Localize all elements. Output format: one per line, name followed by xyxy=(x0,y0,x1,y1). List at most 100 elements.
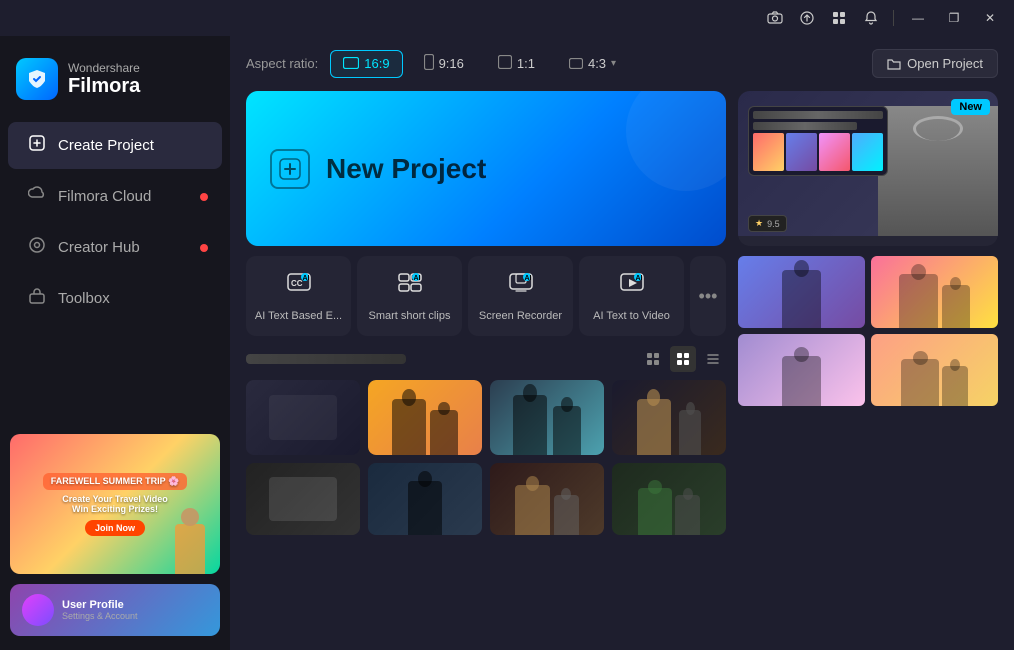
close-button[interactable]: ✕ xyxy=(974,6,1006,30)
thumb-people xyxy=(871,256,998,328)
banner-cta[interactable]: Join Now xyxy=(85,520,145,536)
qa-more-button[interactable]: ••• xyxy=(690,256,726,336)
aspect-label-4-3: 4:3 xyxy=(588,56,606,71)
sidebar-profile-item[interactable]: User Profile Settings & Account xyxy=(10,584,220,636)
open-project-button[interactable]: Open Project xyxy=(872,49,998,78)
banner-subtitle: Create Your Travel VideoWin Exciting Pri… xyxy=(62,494,168,514)
view-btn-grid[interactable] xyxy=(640,346,666,372)
aspect-ratio-bar: Aspect ratio: 16:9 9:16 xyxy=(230,36,1014,91)
aspect-btn-16-9[interactable]: 16:9 xyxy=(330,50,402,78)
smart-clips-icon: AI xyxy=(397,270,423,302)
qa-label: AI Text to Video xyxy=(593,310,670,322)
stock-item-4[interactable] xyxy=(871,334,998,406)
sidebar-item-filmora-cloud[interactable]: Filmora Cloud xyxy=(8,173,222,220)
logo-name: Filmora xyxy=(68,75,140,98)
featured-info: Smart short clips Transform long videos … xyxy=(738,236,998,246)
aspect-label-16-9: 16:9 xyxy=(364,56,389,71)
sidebar-item-creator-hub[interactable]: Creator Hub xyxy=(8,224,222,271)
stock-item-2[interactable] xyxy=(871,256,998,328)
grid-icon[interactable] xyxy=(825,4,853,32)
featured-card[interactable]: New xyxy=(738,91,998,246)
cloud-icon xyxy=(28,185,46,208)
recent-section xyxy=(246,346,726,638)
featured-screen-mockup xyxy=(748,106,888,176)
thumb-people xyxy=(612,463,726,535)
svg-text:AI: AI xyxy=(302,275,309,282)
quick-actions: CC AI AI Text Based E... xyxy=(246,256,726,336)
qa-label: Screen Recorder xyxy=(479,310,562,322)
sidebar-item-label: Create Project xyxy=(58,137,154,154)
featured-rating-badge: ★ 9.5 xyxy=(748,215,787,232)
sidebar-item-label: Creator Hub xyxy=(58,239,140,256)
content-area: New Project CC AI xyxy=(230,91,1014,650)
profile-text: User Profile Settings & Account xyxy=(62,599,138,621)
left-panel: New Project CC AI xyxy=(246,91,726,638)
aspect-btn-1-1[interactable]: 1:1 xyxy=(485,49,548,78)
aspect-btn-9-16[interactable]: 9:16 xyxy=(411,48,477,79)
main-content: Aspect ratio: 16:9 9:16 xyxy=(230,36,1014,650)
camera-icon[interactable] xyxy=(761,4,789,32)
aspect-label-9-16: 9:16 xyxy=(439,56,464,71)
maximize-button[interactable]: ❐ xyxy=(938,6,970,30)
new-project-title: New Project xyxy=(326,153,486,185)
recent-grid-row1 xyxy=(246,380,726,455)
ai-text-to-video-icon: AI xyxy=(619,270,645,302)
aspect-icon-9-16 xyxy=(424,54,434,73)
right-panel: New xyxy=(738,91,998,638)
recent-item-3[interactable] xyxy=(490,380,604,455)
recent-item-8[interactable] xyxy=(612,463,726,535)
toolbox-icon xyxy=(28,287,46,310)
logo-brand: Wondershare xyxy=(68,61,140,75)
recent-grid-row2 xyxy=(246,463,726,535)
banner-title: FAREWELL SUMMER TRIP 🌸 xyxy=(43,473,187,490)
recent-title-bar xyxy=(246,354,406,364)
recent-item-1[interactable] xyxy=(246,380,360,455)
view-controls xyxy=(640,346,726,372)
featured-new-badge: New xyxy=(951,99,990,115)
aspect-icon-16-9 xyxy=(343,56,359,72)
view-btn-large-grid[interactable] xyxy=(670,346,696,372)
titlebar: — ❐ ✕ xyxy=(0,0,1014,36)
new-project-card[interactable]: New Project xyxy=(246,91,726,246)
new-project-icon xyxy=(270,149,310,189)
minimize-button[interactable]: — xyxy=(902,6,934,30)
titlebar-separator xyxy=(893,10,894,26)
svg-text:CC: CC xyxy=(291,279,303,288)
featured-person xyxy=(878,106,998,236)
recent-item-7[interactable] xyxy=(490,463,604,535)
qa-ai-text-based[interactable]: CC AI AI Text Based E... xyxy=(246,256,351,336)
titlebar-controls: — ❐ ✕ xyxy=(761,4,1006,32)
sidebar-item-toolbox[interactable]: Toolbox xyxy=(8,275,222,322)
qa-ai-text-to-video[interactable]: AI AI Text to Video xyxy=(579,256,684,336)
aspect-btn-4-3[interactable]: 4:3 ▾ xyxy=(556,50,629,78)
upload-icon[interactable] xyxy=(793,4,821,32)
qa-screen-recorder[interactable]: AI Screen Recorder xyxy=(468,256,573,336)
recent-item-5[interactable] xyxy=(246,463,360,535)
thumb-people xyxy=(612,380,726,455)
recent-item-6[interactable] xyxy=(368,463,482,535)
recent-item-2[interactable] xyxy=(368,380,482,455)
notification-icon[interactable] xyxy=(857,4,885,32)
stock-item-1[interactable] xyxy=(738,256,865,328)
banner-character xyxy=(160,494,220,574)
sidebar: Wondershare Filmora Create Project Filmo… xyxy=(0,36,230,650)
creator-hub-icon xyxy=(28,236,46,259)
app-body: Wondershare Filmora Create Project Filmo… xyxy=(0,36,1014,650)
qa-label: AI Text Based E... xyxy=(255,310,342,322)
stock-item-3[interactable] xyxy=(738,334,865,406)
thumb-people xyxy=(490,463,604,535)
banner-content: FAREWELL SUMMER TRIP 🌸 Create Your Trave… xyxy=(10,434,220,574)
create-project-icon xyxy=(28,134,46,157)
thumb-people xyxy=(368,463,482,535)
profile-avatar xyxy=(22,594,54,626)
thumb-people xyxy=(368,380,482,455)
sidebar-item-create-project[interactable]: Create Project xyxy=(8,122,222,169)
svg-text:AI: AI xyxy=(635,275,642,282)
sidebar-banner[interactable]: FAREWELL SUMMER TRIP 🌸 Create Your Trave… xyxy=(10,434,220,574)
more-icon: ••• xyxy=(699,286,718,307)
qa-smart-short-clips[interactable]: AI Smart short clips xyxy=(357,256,462,336)
qa-label: Smart short clips xyxy=(369,310,451,322)
thumb-people xyxy=(871,334,998,406)
view-btn-list[interactable] xyxy=(700,346,726,372)
recent-item-4[interactable] xyxy=(612,380,726,455)
